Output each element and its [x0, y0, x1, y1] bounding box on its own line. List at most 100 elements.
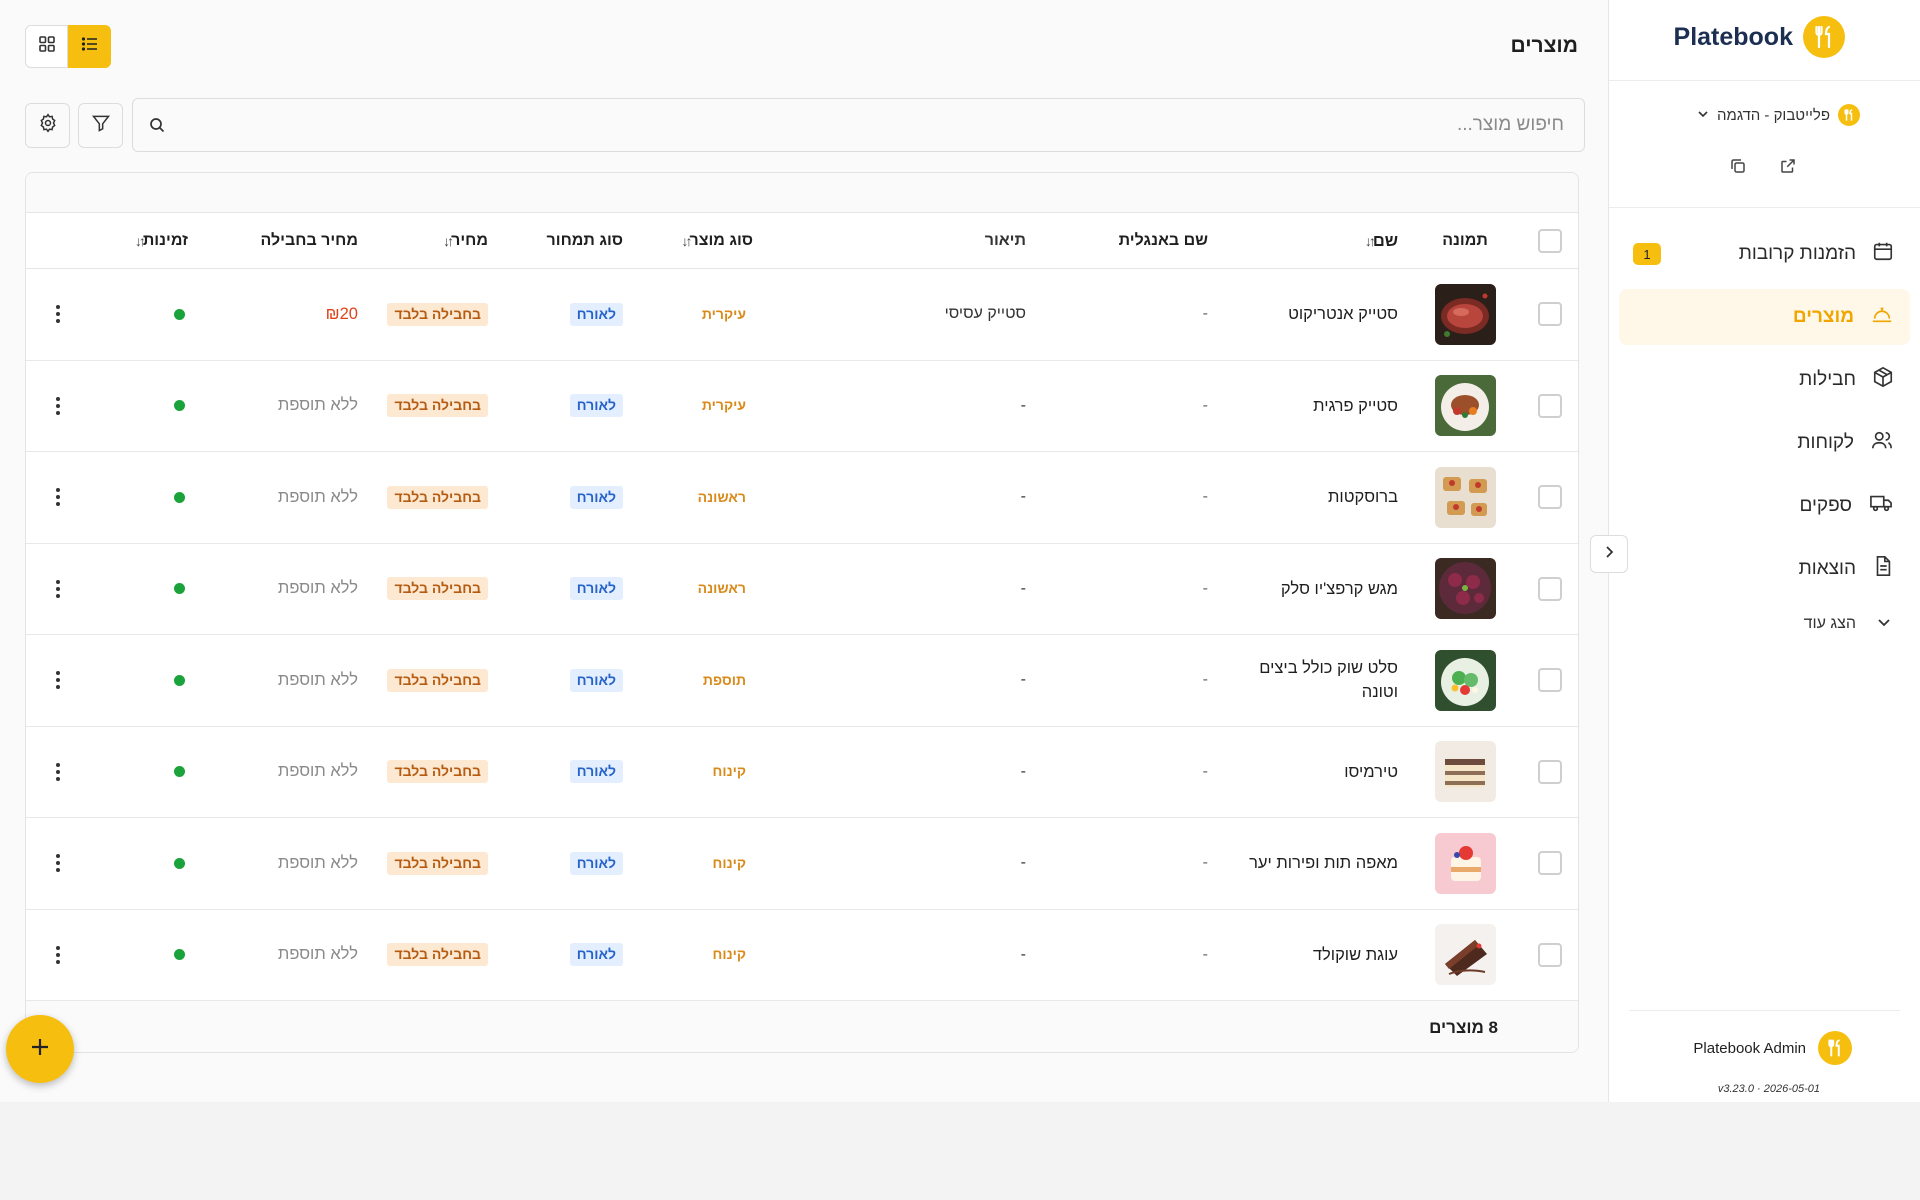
- product-type-cell: עיקרית: [633, 361, 753, 452]
- restaurant-switcher[interactable]: פלייטבוק - הדגמה: [1697, 104, 1860, 126]
- sidebar-item-expenses[interactable]: הוצאות: [1619, 541, 1910, 597]
- table-row[interactable]: מאפה תות ופירות יער - - קינוח לאורח בחבילה בל…: [26, 818, 1578, 910]
- kitchen-type-tag: לאורח: [569, 668, 623, 692]
- price-cell: בחבילה בלבד: [358, 544, 488, 635]
- user-profile[interactable]: Platebook Admin: [1693, 1031, 1852, 1065]
- table-header: תמונה שם ↑↓ שם באנגלית תיאור סוג מוצר ↑↓ ס…: [26, 213, 1578, 269]
- product-image[interactable]: [1434, 283, 1496, 345]
- product-type-cell: קינוח: [633, 727, 753, 818]
- product-image[interactable]: [1434, 649, 1496, 711]
- collapse-sidebar-button[interactable]: [1590, 535, 1628, 573]
- product-image[interactable]: [1434, 466, 1496, 528]
- product-image[interactable]: [1434, 558, 1496, 620]
- product-type-tag: ראשונה: [690, 577, 753, 601]
- filter-icon: [91, 113, 111, 138]
- sidebar-item-label: חבילות: [1799, 369, 1856, 390]
- row-checkbox[interactable]: [1538, 485, 1562, 510]
- add-product-button[interactable]: [6, 1015, 74, 1083]
- product-type-tag: ראשונה: [690, 485, 753, 509]
- sidebar-item-upcoming-orders[interactable]: הזמנות קרובות 1: [1619, 226, 1910, 282]
- header-availability[interactable]: זמינות ↑↓: [108, 213, 188, 268]
- product-image[interactable]: [1434, 924, 1496, 986]
- product-image[interactable]: [1434, 741, 1496, 803]
- row-checkbox[interactable]: [1538, 759, 1562, 784]
- product-description: -: [1020, 671, 1026, 689]
- row-checkbox[interactable]: [1538, 576, 1562, 601]
- product-name: ברוסקטות: [1328, 488, 1398, 507]
- grid-view-button[interactable]: [25, 25, 68, 68]
- sidebar-item-customers[interactable]: לקוחות: [1619, 415, 1910, 471]
- sidebar-item-suppliers[interactable]: ספקים: [1619, 478, 1910, 534]
- package-price: ללא תוספת: [277, 487, 358, 506]
- product-type-cell: קינוח: [633, 910, 753, 1001]
- header-price[interactable]: מחיר ↑↓: [358, 213, 488, 268]
- row-checkbox[interactable]: [1538, 302, 1562, 327]
- availability-cell: [108, 727, 188, 818]
- header-package-price: מחיר בחבילה: [260, 231, 358, 249]
- availability-cell: [108, 269, 188, 360]
- cloche-icon: [1870, 303, 1894, 331]
- table-row[interactable]: סטייק פרגית - - עיקרית לאורח בחבילה בלבד ללא ת…: [26, 360, 1578, 452]
- search-box: [132, 98, 1585, 152]
- price-cell: בחבילה בלבד: [358, 452, 488, 543]
- product-name: עוגת שוקולד: [1312, 945, 1398, 964]
- product-english-name: -: [1202, 854, 1208, 872]
- filter-button[interactable]: [78, 103, 123, 148]
- brand-name: Platebook: [1673, 22, 1793, 51]
- row-actions-button[interactable]: [43, 452, 73, 543]
- kitchen-type-cell: לאורח: [513, 269, 623, 360]
- row-actions-button[interactable]: [43, 818, 73, 909]
- external-link-icon[interactable]: [1776, 154, 1800, 178]
- table-row[interactable]: סלט שוק כולל ביצים וטונה - - תוספת לאורח בחבי…: [26, 635, 1578, 727]
- header-image: תמונה: [1442, 231, 1488, 249]
- price-tag: בחבילה בלבד: [387, 760, 488, 784]
- table-row[interactable]: מגש קרפצ'יו סלק - - ראשונה לאורח בחבילה בלבד ל…: [26, 543, 1578, 635]
- brand[interactable]: Platebook: [1674, 16, 1845, 58]
- product-image[interactable]: [1434, 832, 1496, 894]
- more-vertical-icon: [56, 396, 60, 415]
- table-row[interactable]: עוגת שוקולד - - קינוח לאורח בחבילה בלבד ללא תו…: [26, 909, 1578, 1001]
- table-row[interactable]: ברוסקטות - - ראשונה לאורח בחבילה בלבד ללא תוספ…: [26, 452, 1578, 544]
- package-price: ללא תוספת: [277, 396, 358, 415]
- settings-button[interactable]: [25, 103, 70, 148]
- row-checkbox[interactable]: [1538, 393, 1562, 418]
- availability-cell: [108, 910, 188, 1001]
- more-vertical-icon: [56, 579, 60, 598]
- header-product-type-label: סוג מוצר: [689, 231, 753, 249]
- sidebar-item-products[interactable]: מוצרים: [1619, 289, 1910, 345]
- product-english-name: -: [1202, 305, 1208, 323]
- select-all-checkbox[interactable]: [1538, 228, 1562, 253]
- product-english-name: -: [1202, 762, 1208, 780]
- product-image[interactable]: [1434, 375, 1496, 437]
- view-toggle: [25, 25, 111, 68]
- row-actions-button[interactable]: [43, 727, 73, 818]
- sidebar-item-label: לקוחות: [1797, 432, 1854, 453]
- sidebar-item-packages[interactable]: חבילות: [1619, 352, 1910, 408]
- table-row[interactable]: טירמיסו - - קינוח לאורח בחבילה בלבד ללא תוספת: [26, 726, 1578, 818]
- row-checkbox[interactable]: [1538, 851, 1562, 876]
- row-checkbox[interactable]: [1538, 942, 1562, 967]
- row-actions-button[interactable]: [43, 544, 73, 635]
- kitchen-type-tag: לאורח: [569, 485, 623, 509]
- price-cell: בחבילה בלבד: [358, 727, 488, 818]
- row-actions-button[interactable]: [43, 269, 73, 360]
- row-actions-button[interactable]: [43, 910, 73, 1001]
- product-type-tag: עיקרית: [694, 394, 753, 418]
- header-price-label: מחיר: [451, 231, 488, 249]
- count-badge: 1: [1633, 243, 1661, 265]
- table-row[interactable]: סטייק אנטריקוט - סטייק עסיסי עיקרית לאורח בחב…: [26, 269, 1578, 361]
- header-name[interactable]: שם ↑↓: [1243, 213, 1398, 268]
- row-actions-button[interactable]: [43, 635, 73, 726]
- row-select-cell: [1537, 544, 1563, 635]
- header-product-type[interactable]: סוג מוצר ↑↓: [633, 213, 753, 268]
- copy-icon[interactable]: [1726, 154, 1750, 178]
- row-select-cell: [1537, 635, 1563, 726]
- list-view-button[interactable]: [68, 25, 111, 68]
- price-tag: בחבילה בלבד: [387, 943, 488, 967]
- show-more-button[interactable]: הצג עוד: [1619, 604, 1910, 644]
- kitchen-type-cell: לאורח: [513, 727, 623, 818]
- row-checkbox[interactable]: [1538, 668, 1562, 693]
- search-input[interactable]: [181, 99, 1584, 151]
- row-actions-button[interactable]: [43, 361, 73, 452]
- product-english-name: -: [1202, 671, 1208, 689]
